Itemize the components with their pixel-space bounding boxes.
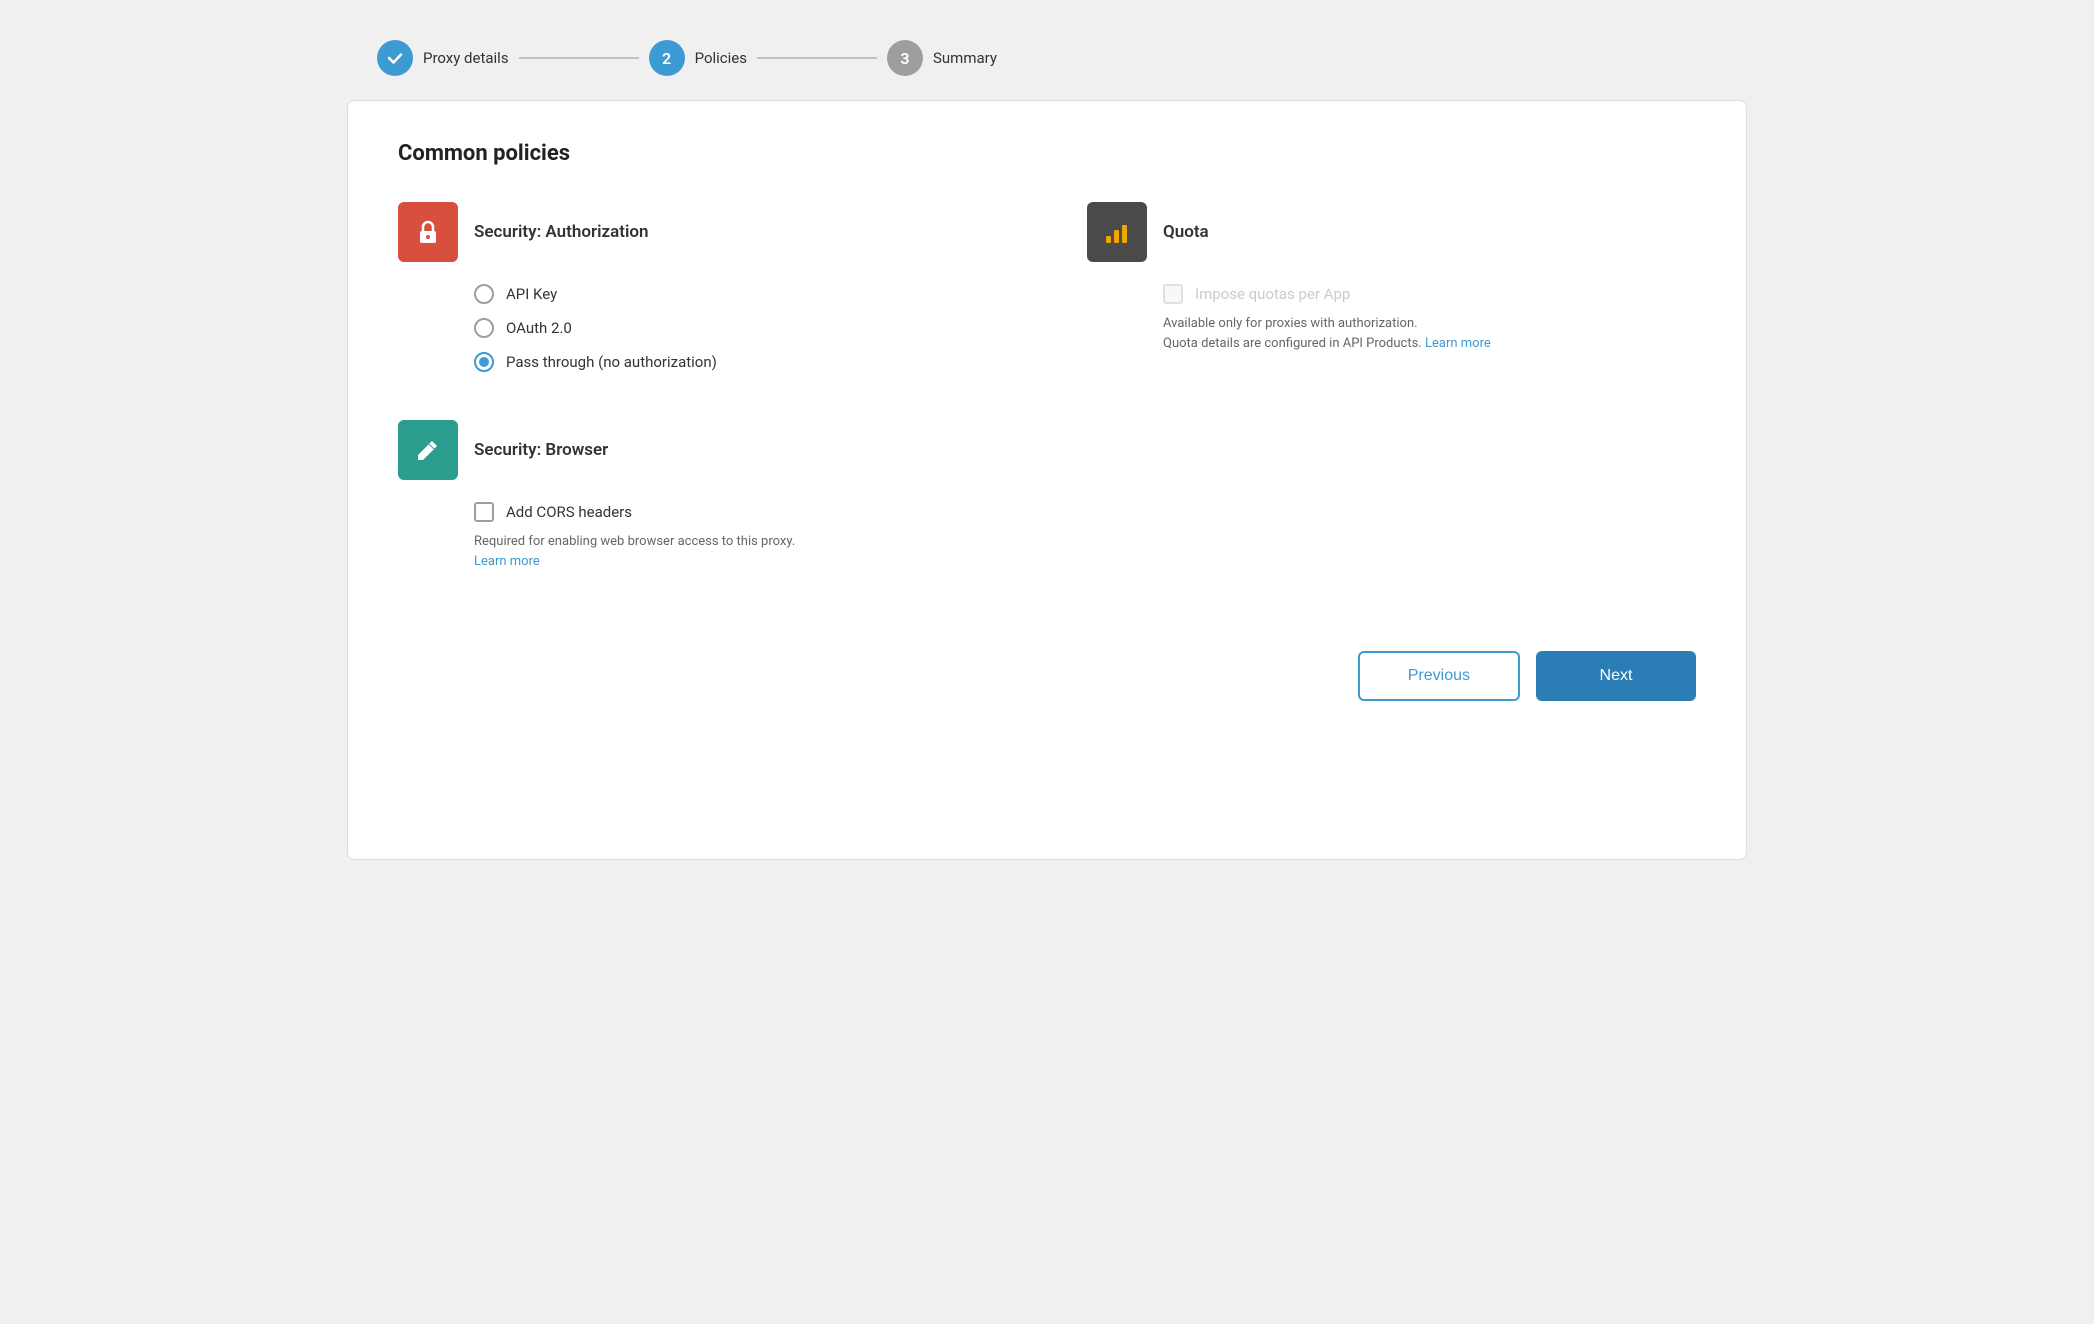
- cors-checkbox-label: Add CORS headers: [506, 503, 632, 521]
- cors-checkbox-group: Add CORS headers Required for enabling w…: [474, 502, 1696, 571]
- radio-label-oauth2: OAuth 2.0: [506, 319, 572, 337]
- quota-checkbox-label: Impose quotas per App: [1195, 285, 1350, 303]
- radio-group-auth: API Key OAuth 2.0 Pass through (no autho…: [474, 284, 987, 372]
- security-auth-section: Security: Authorization API Key OAuth 2.…: [398, 202, 1047, 372]
- radio-circle-oauth2[interactable]: [474, 318, 494, 338]
- quota-checkbox-option[interactable]: Impose quotas per App: [1163, 284, 1636, 304]
- quota-header: Quota: [1087, 202, 1636, 262]
- cors-helper-text: Required for enabling web browser access…: [474, 532, 1696, 571]
- radio-circle-pass-through[interactable]: [474, 352, 494, 372]
- step-policies: 2 Policies: [649, 40, 747, 76]
- next-button[interactable]: Next: [1536, 651, 1696, 701]
- step-label-summary: Summary: [933, 49, 997, 67]
- cors-checkbox-option[interactable]: Add CORS headers: [474, 502, 1696, 522]
- quota-learn-more-link[interactable]: Learn more: [1425, 336, 1491, 351]
- quota-section: Quota Impose quotas per App Available on…: [1047, 202, 1696, 372]
- quota-checkbox-group: Impose quotas per App Available only for…: [1163, 284, 1636, 353]
- main-card: Common policies Security: Authorization: [347, 100, 1747, 860]
- radio-circle-api-key[interactable]: [474, 284, 494, 304]
- step-connector-1: [519, 57, 639, 59]
- stepper: Proxy details 2 Policies 3 Summary: [347, 20, 1747, 100]
- quota-checkbox: [1163, 284, 1183, 304]
- quota-icon: [1087, 202, 1147, 262]
- security-auth-header: Security: Authorization: [398, 202, 987, 262]
- security-auth-title: Security: Authorization: [474, 222, 649, 242]
- step-circle-3: 3: [887, 40, 923, 76]
- policies-grid: Security: Authorization API Key OAuth 2.…: [398, 202, 1696, 372]
- quota-title: Quota: [1163, 222, 1209, 242]
- security-browser-icon: [398, 420, 458, 480]
- page-container: Proxy details 2 Policies 3 Summary Commo…: [347, 20, 1747, 860]
- radio-oauth2[interactable]: OAuth 2.0: [474, 318, 987, 338]
- step-circle-1: [377, 40, 413, 76]
- step-label-policies: Policies: [695, 49, 747, 67]
- step-label-proxy-details: Proxy details: [423, 49, 509, 67]
- radio-label-pass-through: Pass through (no authorization): [506, 353, 717, 371]
- button-row: Previous Next: [398, 631, 1696, 701]
- security-browser-title: Security: Browser: [474, 440, 608, 460]
- step-connector-2: [757, 57, 877, 59]
- radio-api-key[interactable]: API Key: [474, 284, 987, 304]
- radio-label-api-key: API Key: [506, 285, 557, 303]
- security-browser-header: Security: Browser: [398, 420, 1696, 480]
- section-title: Common policies: [398, 141, 1696, 166]
- previous-button[interactable]: Previous: [1358, 651, 1520, 701]
- step-circle-2: 2: [649, 40, 685, 76]
- cors-learn-more-link[interactable]: Learn more: [474, 554, 540, 569]
- cors-checkbox[interactable]: [474, 502, 494, 522]
- security-browser-section: Security: Browser Add CORS headers Requi…: [398, 420, 1696, 571]
- radio-pass-through[interactable]: Pass through (no authorization): [474, 352, 987, 372]
- step-proxy-details: Proxy details: [377, 40, 509, 76]
- quota-helper-text: Available only for proxies with authoriz…: [1163, 314, 1636, 353]
- step-summary: 3 Summary: [887, 40, 997, 76]
- security-auth-icon: [398, 202, 458, 262]
